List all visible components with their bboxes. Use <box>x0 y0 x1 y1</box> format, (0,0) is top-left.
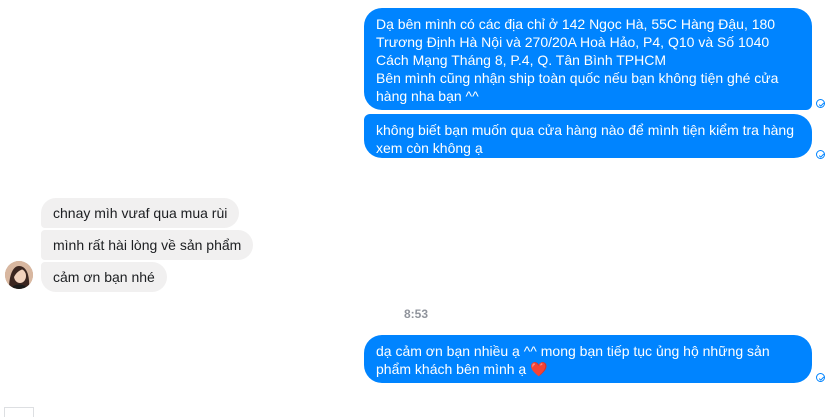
contact-avatar[interactable] <box>5 261 33 289</box>
avatar-photo-icon <box>5 261 33 289</box>
incoming-message-3[interactable]: cảm ơn bạn nhé <box>41 262 167 292</box>
sent-check-icon <box>816 373 825 382</box>
message-timestamp: 8:53 <box>404 307 429 321</box>
sent-check-icon <box>816 99 825 108</box>
outgoing-message-1[interactable]: Dạ bên mình có các địa chỉ ở 142 Ngọc Hà… <box>364 8 812 110</box>
outgoing-message-3[interactable]: dạ cảm ơn bạn nhiều ạ ^^ mong bạn tiếp t… <box>364 335 812 383</box>
sent-check-icon <box>816 150 825 159</box>
message-text: dạ cảm ơn bạn nhiều ạ ^^ mong bạn tiếp t… <box>376 343 774 377</box>
outgoing-message-2[interactable]: không biết bạn muốn qua cửa hàng nào để … <box>364 114 812 158</box>
composer-edge <box>4 407 34 417</box>
incoming-message-1[interactable]: chnay mìh vưaf qua mua rùi <box>41 198 240 228</box>
incoming-message-2[interactable]: mình rất hài lòng về sản phẩm <box>41 230 254 260</box>
heart-icon: ❤️ <box>530 361 548 377</box>
